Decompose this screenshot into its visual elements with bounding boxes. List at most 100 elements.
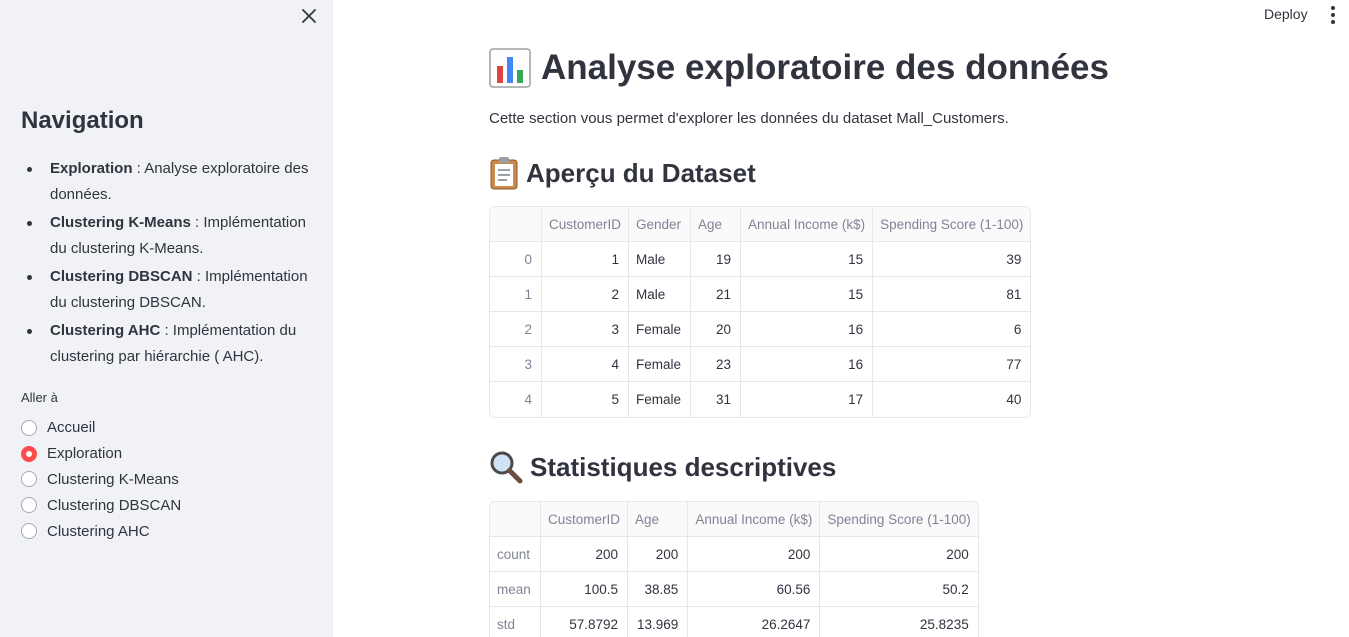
magnifying-glass-icon xyxy=(490,451,523,484)
row-index: 0 xyxy=(490,242,542,277)
sidebar: Navigation Exploration : Analyse explora… xyxy=(0,0,333,637)
column-header[interactable]: Spending Score (1-100) xyxy=(873,207,1031,242)
radio-label: Exploration xyxy=(47,445,123,463)
table-cell[interactable]: 38.85 xyxy=(628,572,689,607)
table-cell[interactable]: 25.8235 xyxy=(820,607,977,637)
table-cell[interactable]: 17 xyxy=(741,382,874,417)
dataset-preview-table[interactable]: CustomerID Gender Age Annual Income (k$)… xyxy=(489,206,1032,418)
radio-button[interactable] xyxy=(21,419,37,436)
table-row: 3 4 Female 23 16 77 xyxy=(490,347,1031,382)
table-cell[interactable]: 2 xyxy=(542,277,630,312)
column-header[interactable] xyxy=(490,207,542,242)
table-cell[interactable]: Female xyxy=(629,312,692,347)
table-row: 4 5 Female 31 17 40 xyxy=(490,382,1030,417)
column-header[interactable] xyxy=(490,502,541,537)
radio-exploration[interactable]: Exploration xyxy=(21,441,181,467)
table-cell[interactable]: 19 xyxy=(691,242,742,277)
kebab-menu-icon xyxy=(1331,6,1335,10)
radio-accueil[interactable]: Accueil xyxy=(21,415,181,441)
table-cell[interactable]: 15 xyxy=(741,242,874,277)
table-cell[interactable]: 21 xyxy=(691,277,742,312)
table-row: std 57.8792 13.969 26.2647 25.8235 xyxy=(490,607,978,637)
column-header[interactable]: CustomerID xyxy=(542,207,630,242)
table-cell[interactable]: Male xyxy=(629,242,692,277)
stats-title: Statistiques descriptives xyxy=(530,451,837,482)
table-cell[interactable]: 4 xyxy=(542,347,630,382)
table-cell[interactable]: 57.8792 xyxy=(541,607,629,637)
table-cell[interactable]: 50.2 xyxy=(820,572,978,607)
table-cell[interactable]: 77 xyxy=(873,347,1031,382)
table-row: count 200 200 200 200 xyxy=(490,537,978,572)
column-header[interactable]: Annual Income (k$) xyxy=(688,502,821,537)
preview-heading: Aperçu du Dataset xyxy=(489,156,756,190)
table-cell[interactable]: Male xyxy=(629,277,692,312)
radio-button[interactable] xyxy=(21,471,37,488)
table-cell[interactable]: 16 xyxy=(741,347,874,382)
close-sidebar-button[interactable] xyxy=(298,5,320,27)
table-cell[interactable]: 200 xyxy=(820,537,978,572)
table-cell[interactable]: 200 xyxy=(628,537,689,572)
page-heading: Analyse exploratoire des données xyxy=(489,48,1109,88)
radio-dbscan[interactable]: Clustering DBSCAN xyxy=(21,492,181,518)
row-index: 1 xyxy=(490,277,542,312)
table-header-row: CustomerID Age Annual Income (k$) Spendi… xyxy=(490,502,978,537)
page-radio-group: Accueil Exploration Clustering K-Means C… xyxy=(21,415,181,544)
close-icon xyxy=(302,9,316,23)
radio-label: Accueil xyxy=(47,419,96,437)
table-cell[interactable]: 200 xyxy=(688,537,821,572)
radio-label: Clustering K-Means xyxy=(47,470,179,488)
radio-kmeans[interactable]: Clustering K-Means xyxy=(21,467,181,493)
radio-button[interactable] xyxy=(21,523,37,540)
table-cell[interactable]: 3 xyxy=(542,312,630,347)
table-cell[interactable]: 81 xyxy=(873,277,1031,312)
table-cell[interactable]: 20 xyxy=(691,312,742,347)
nav-item-exploration: Exploration : Analyse exploratoire des d… xyxy=(21,156,311,208)
page-title: Analyse exploratoire des données xyxy=(541,48,1109,87)
column-header[interactable]: Age xyxy=(628,502,689,537)
table-cell[interactable]: 60.56 xyxy=(688,572,821,607)
table-cell[interactable]: 6 xyxy=(873,312,1031,347)
column-header[interactable]: Age xyxy=(691,207,742,242)
table-header-row: CustomerID Gender Age Annual Income (k$)… xyxy=(490,207,1031,242)
row-index: std xyxy=(490,607,541,637)
intro-text: Cette section vous permet d'explorer les… xyxy=(489,110,1009,127)
table-cell[interactable]: 16 xyxy=(741,312,874,347)
descriptive-stats-table[interactable]: CustomerID Age Annual Income (k$) Spendi… xyxy=(489,501,979,637)
nav-item-kmeans: Clustering K-Means : Implémentation du c… xyxy=(21,210,311,262)
radio-button[interactable] xyxy=(21,497,37,514)
table-cell[interactable]: 15 xyxy=(741,277,874,312)
table-cell[interactable]: 39 xyxy=(873,242,1031,277)
table-cell[interactable]: 100.5 xyxy=(541,572,629,607)
table-cell[interactable]: 200 xyxy=(541,537,629,572)
main-menu-button[interactable] xyxy=(1324,4,1342,26)
clipboard-icon xyxy=(490,157,518,190)
table-cell[interactable]: 26.2647 xyxy=(688,607,821,637)
row-index: 3 xyxy=(490,347,542,382)
nav-description-list: Exploration : Analyse exploratoire des d… xyxy=(21,156,311,372)
table-cell[interactable]: 13.969 xyxy=(628,607,689,637)
column-header[interactable]: CustomerID xyxy=(541,502,629,537)
table-row: 1 2 Male 21 15 81 xyxy=(490,277,1031,312)
row-index: 2 xyxy=(490,312,542,347)
row-index: mean xyxy=(490,572,541,607)
table-cell[interactable]: 31 xyxy=(691,382,742,417)
column-header[interactable]: Spending Score (1-100) xyxy=(820,502,978,537)
goto-label: Aller à xyxy=(21,390,58,405)
nav-item-dbscan: Clustering DBSCAN : Implémentation du cl… xyxy=(21,264,311,316)
column-header[interactable]: Annual Income (k$) xyxy=(741,207,874,242)
row-index: 4 xyxy=(490,382,542,417)
table-cell[interactable]: 5 xyxy=(542,382,630,417)
radio-label: Clustering DBSCAN xyxy=(47,496,182,514)
radio-button-selected[interactable] xyxy=(21,445,37,462)
table-row: 0 1 Male 19 15 39 xyxy=(490,242,1031,277)
table-cell[interactable]: 23 xyxy=(691,347,742,382)
table-cell[interactable]: 40 xyxy=(873,382,1030,417)
bar-chart-icon xyxy=(489,48,531,88)
table-cell[interactable]: Female xyxy=(629,347,692,382)
preview-title: Aperçu du Dataset xyxy=(526,157,756,188)
column-header[interactable]: Gender xyxy=(629,207,692,242)
radio-ahc[interactable]: Clustering AHC xyxy=(21,518,181,544)
table-cell[interactable]: Female xyxy=(629,382,692,417)
deploy-button[interactable]: Deploy xyxy=(1256,4,1316,26)
table-cell[interactable]: 1 xyxy=(542,242,630,277)
